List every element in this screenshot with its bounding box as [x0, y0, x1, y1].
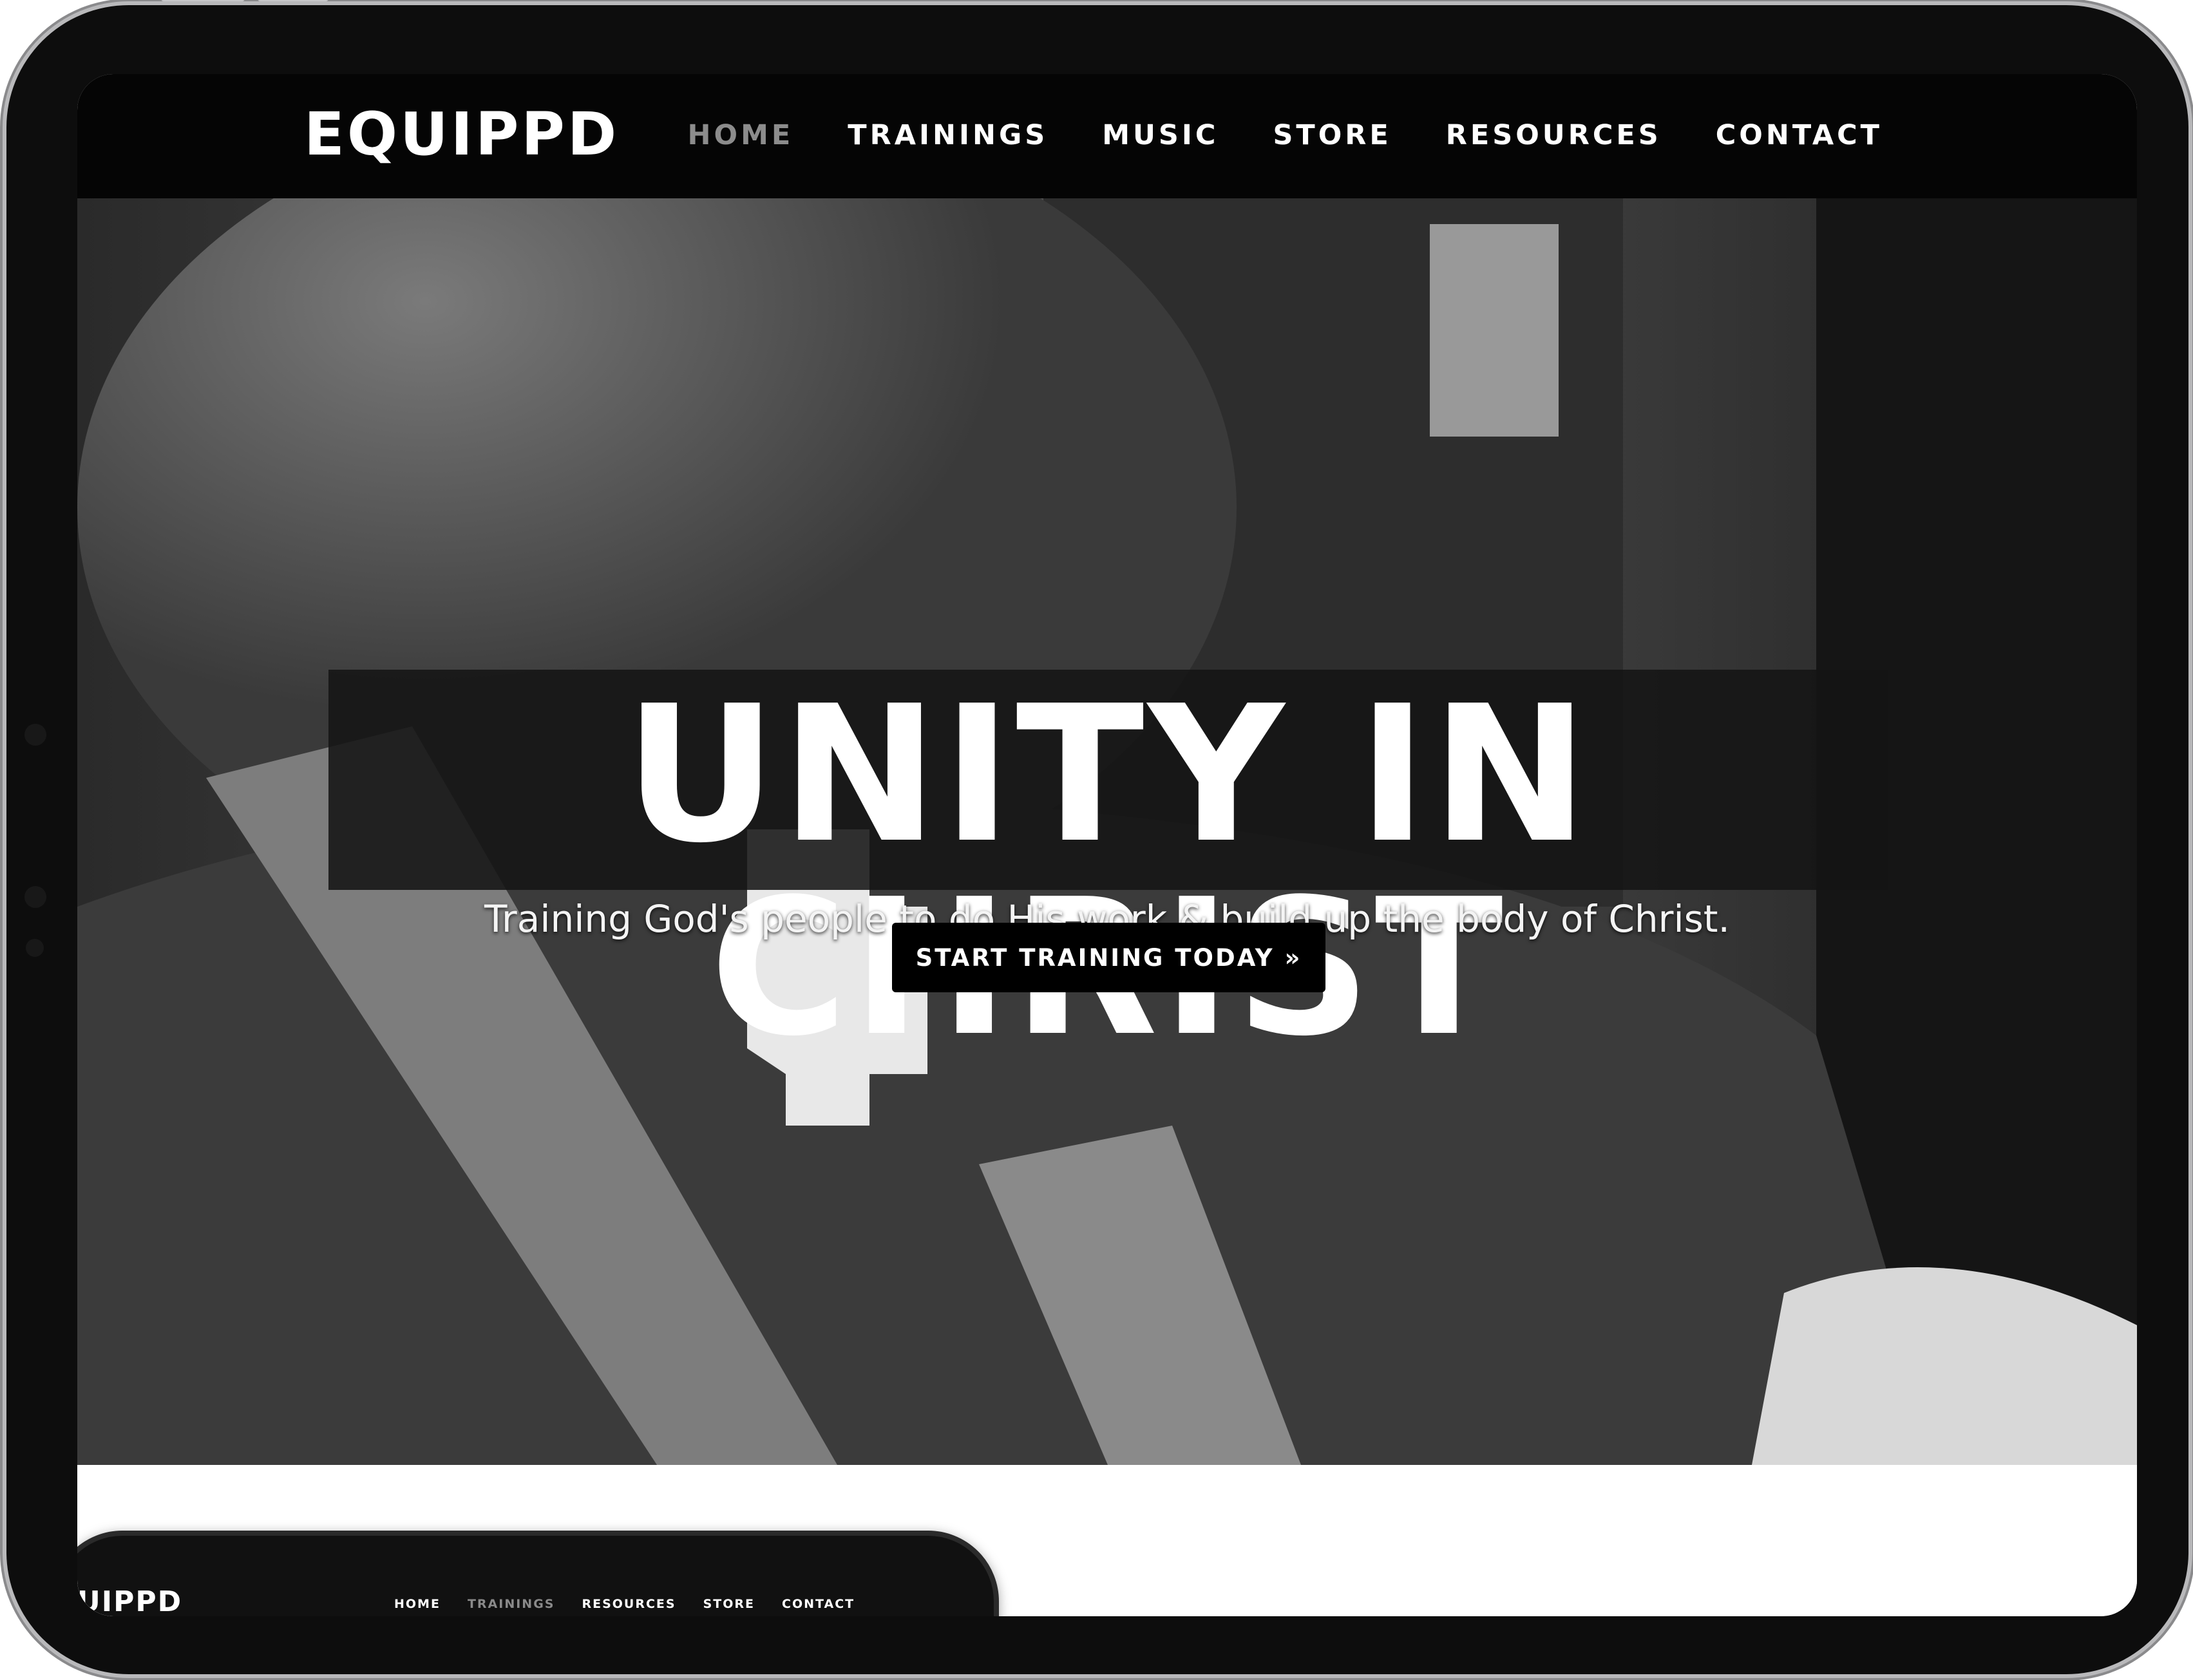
camera-icon	[24, 724, 46, 746]
browser-viewport: EQUIPPD HOME TRAININGS MUSIC STORE RESOU…	[77, 74, 2137, 1616]
logo-text: EQUIPPD	[304, 100, 620, 169]
power-button	[258, 0, 328, 1]
hero-section: UNITY IN CHRIST Training God's people to…	[77, 198, 2137, 1465]
nav-item-store[interactable]: STORE	[1273, 119, 1391, 151]
sensor-icon	[24, 886, 46, 908]
nav-item-home[interactable]: HOME	[688, 119, 794, 151]
nav-item-trainings[interactable]: TRAININGS	[848, 119, 1048, 151]
site-header: EQUIPPD HOME TRAININGS MUSIC STORE RESOU…	[77, 74, 2137, 198]
sensor-icon	[26, 939, 44, 957]
phone-nav-item-resources[interactable]: RESOURCES	[582, 1597, 676, 1611]
start-training-button[interactable]: START TRAINING TODAY »	[892, 923, 1325, 992]
nav-item-contact[interactable]: CONTACT	[1716, 119, 1883, 151]
phone-nav-item-home[interactable]: HOME	[394, 1597, 441, 1611]
site-logo[interactable]: EQUIPPD	[304, 100, 619, 169]
phone-nav-item-store[interactable]: STORE	[703, 1597, 755, 1611]
hero-headline: UNITY IN CHRIST	[624, 665, 1593, 1064]
nav-item-resources[interactable]: RESOURCES	[1446, 119, 1662, 151]
tablet-frame: EQUIPPD HOME TRAININGS MUSIC STORE RESOU…	[6, 0, 2188, 1674]
nav-item-music[interactable]: MUSIC	[1102, 119, 1219, 151]
main-nav: HOME TRAININGS MUSIC STORE RESOURCES CON…	[688, 119, 1883, 151]
phone-nav: HOME TRAININGS RESOURCES STORE CONTACT	[394, 1597, 855, 1611]
phone-nav-item-contact[interactable]: CONTACT	[782, 1597, 855, 1611]
phone-nav-item-trainings[interactable]: TRAININGS	[468, 1597, 555, 1611]
phone-logo: UIPPD	[77, 1585, 183, 1616]
volume-button	[161, 0, 245, 1]
